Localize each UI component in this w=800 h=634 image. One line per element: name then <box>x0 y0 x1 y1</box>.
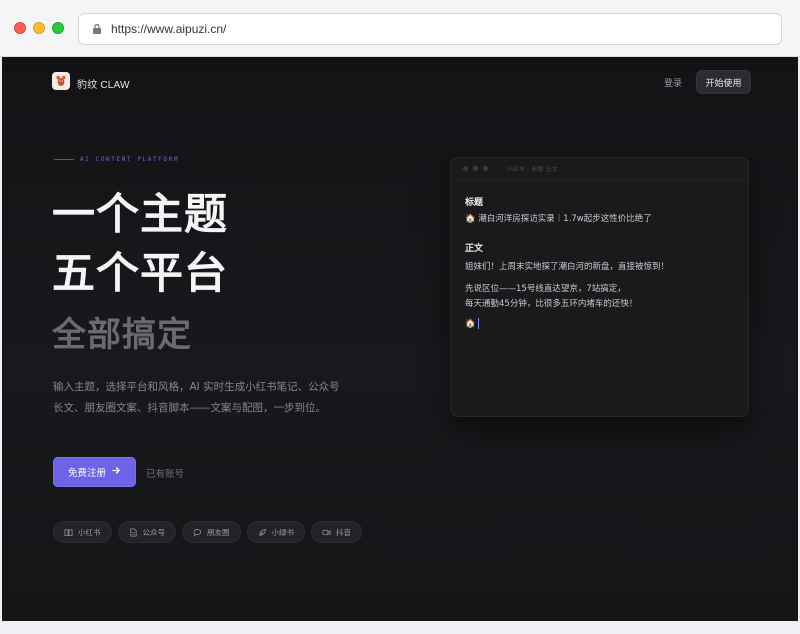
eyebrow-text: AI CONTENT PLATFORM <box>80 156 180 163</box>
address-url: https://www.aipuzi.cn/ <box>111 22 227 36</box>
hero-description: 输入主题，选择平台和风格，AI 实时生成小红书笔记、公众号长文、朋友圈文案、抖音… <box>53 381 340 414</box>
text-cursor <box>477 318 479 329</box>
chat-icon <box>193 528 201 537</box>
editor-body-line: 姐妹们！上周末实地探了潮白河的新盘，直接被惊到！ <box>465 262 670 272</box>
editor-body-line: 🏠 <box>465 319 476 329</box>
tag-label: 公众号 <box>142 527 166 537</box>
editor-dot <box>463 166 468 171</box>
brand-name[interactable]: 豹纹 CLAW <box>77 76 130 91</box>
minimize-window-button[interactable] <box>33 22 45 34</box>
editor-body-line-cursor: 🏠 <box>465 318 479 329</box>
eyebrow-line <box>54 159 74 160</box>
window-controls <box>14 22 64 34</box>
editor-body-line: 先说区位——15号线直达望京，7站搞定， <box>465 284 626 294</box>
platform-tag-gongzhonghao[interactable]: 公众号 <box>117 521 176 543</box>
tag-label: 小绿书 <box>271 527 295 537</box>
login-link[interactable]: 登录 <box>664 76 682 89</box>
register-button-label: 免费注册 <box>67 468 106 479</box>
have-account-link[interactable]: 已有账号 <box>146 466 184 480</box>
platform-tag-xiaolvshu[interactable]: 小绿书 <box>246 521 305 543</box>
start-button[interactable]: 开始使用 <box>696 70 751 94</box>
video-icon <box>322 529 331 535</box>
hero-title-line2: 五个平台 <box>52 249 228 299</box>
editor-preview-card: 小红书 · 标题 正文 标题 🏠 潮白河洋房探访实录｜1.7w起步这性价比绝了 … <box>450 157 749 417</box>
maximize-window-button[interactable] <box>52 22 64 34</box>
editor-dot <box>483 166 488 171</box>
page: 豹纹 CLAW 登录 开始使用 AI CONTENT PLATFORM 一个主题… <box>2 57 798 621</box>
close-window-button[interactable] <box>14 22 26 34</box>
hero-title-line3: 全部搞定 <box>52 315 192 355</box>
tag-label: 小红书 <box>78 527 101 537</box>
editor-body-line: 每天通勤45分钟，比很多五环内堵车的还快！ <box>465 299 638 309</box>
editor-title-value: 🏠 潮白河洋房探访实录｜1.7w起步这性价比绝了 <box>465 214 652 224</box>
tag-label: 朋友圈 <box>207 527 230 537</box>
lock-icon <box>91 23 103 35</box>
eyebrow: AI CONTENT PLATFORM <box>54 156 179 163</box>
platform-tags: 小红书 公众号 朋友圈 小绿书 抖音 <box>53 521 362 543</box>
address-bar[interactable]: https://www.aipuzi.cn/ <box>78 13 782 45</box>
leaf-icon <box>258 528 266 536</box>
platform-tag-pengyouquan[interactable]: 朋友圈 <box>182 521 241 543</box>
window-bottom-edge <box>0 621 800 634</box>
editor-title-label: 标题 <box>465 198 484 208</box>
document-icon <box>129 527 137 537</box>
editor-meta: 小红书 · 标题 正文 <box>507 166 558 173</box>
logo-icon[interactable] <box>52 72 70 90</box>
arrow-right-icon <box>112 466 121 478</box>
editor-dot <box>473 166 478 171</box>
editor-titlebar: 小红书 · 标题 正文 <box>451 158 748 180</box>
book-icon <box>64 528 73 536</box>
editor-body-label: 正文 <box>465 244 484 254</box>
register-button[interactable]: 免费注册 <box>53 457 136 487</box>
platform-tag-xiaohongshu[interactable]: 小红书 <box>53 521 112 543</box>
tag-label: 抖音 <box>336 527 351 537</box>
platform-tag-douyin[interactable]: 抖音 <box>311 521 362 543</box>
hero-title-line1: 一个主题 <box>52 190 228 240</box>
browser-chrome: https://www.aipuzi.cn/ <box>0 0 800 57</box>
